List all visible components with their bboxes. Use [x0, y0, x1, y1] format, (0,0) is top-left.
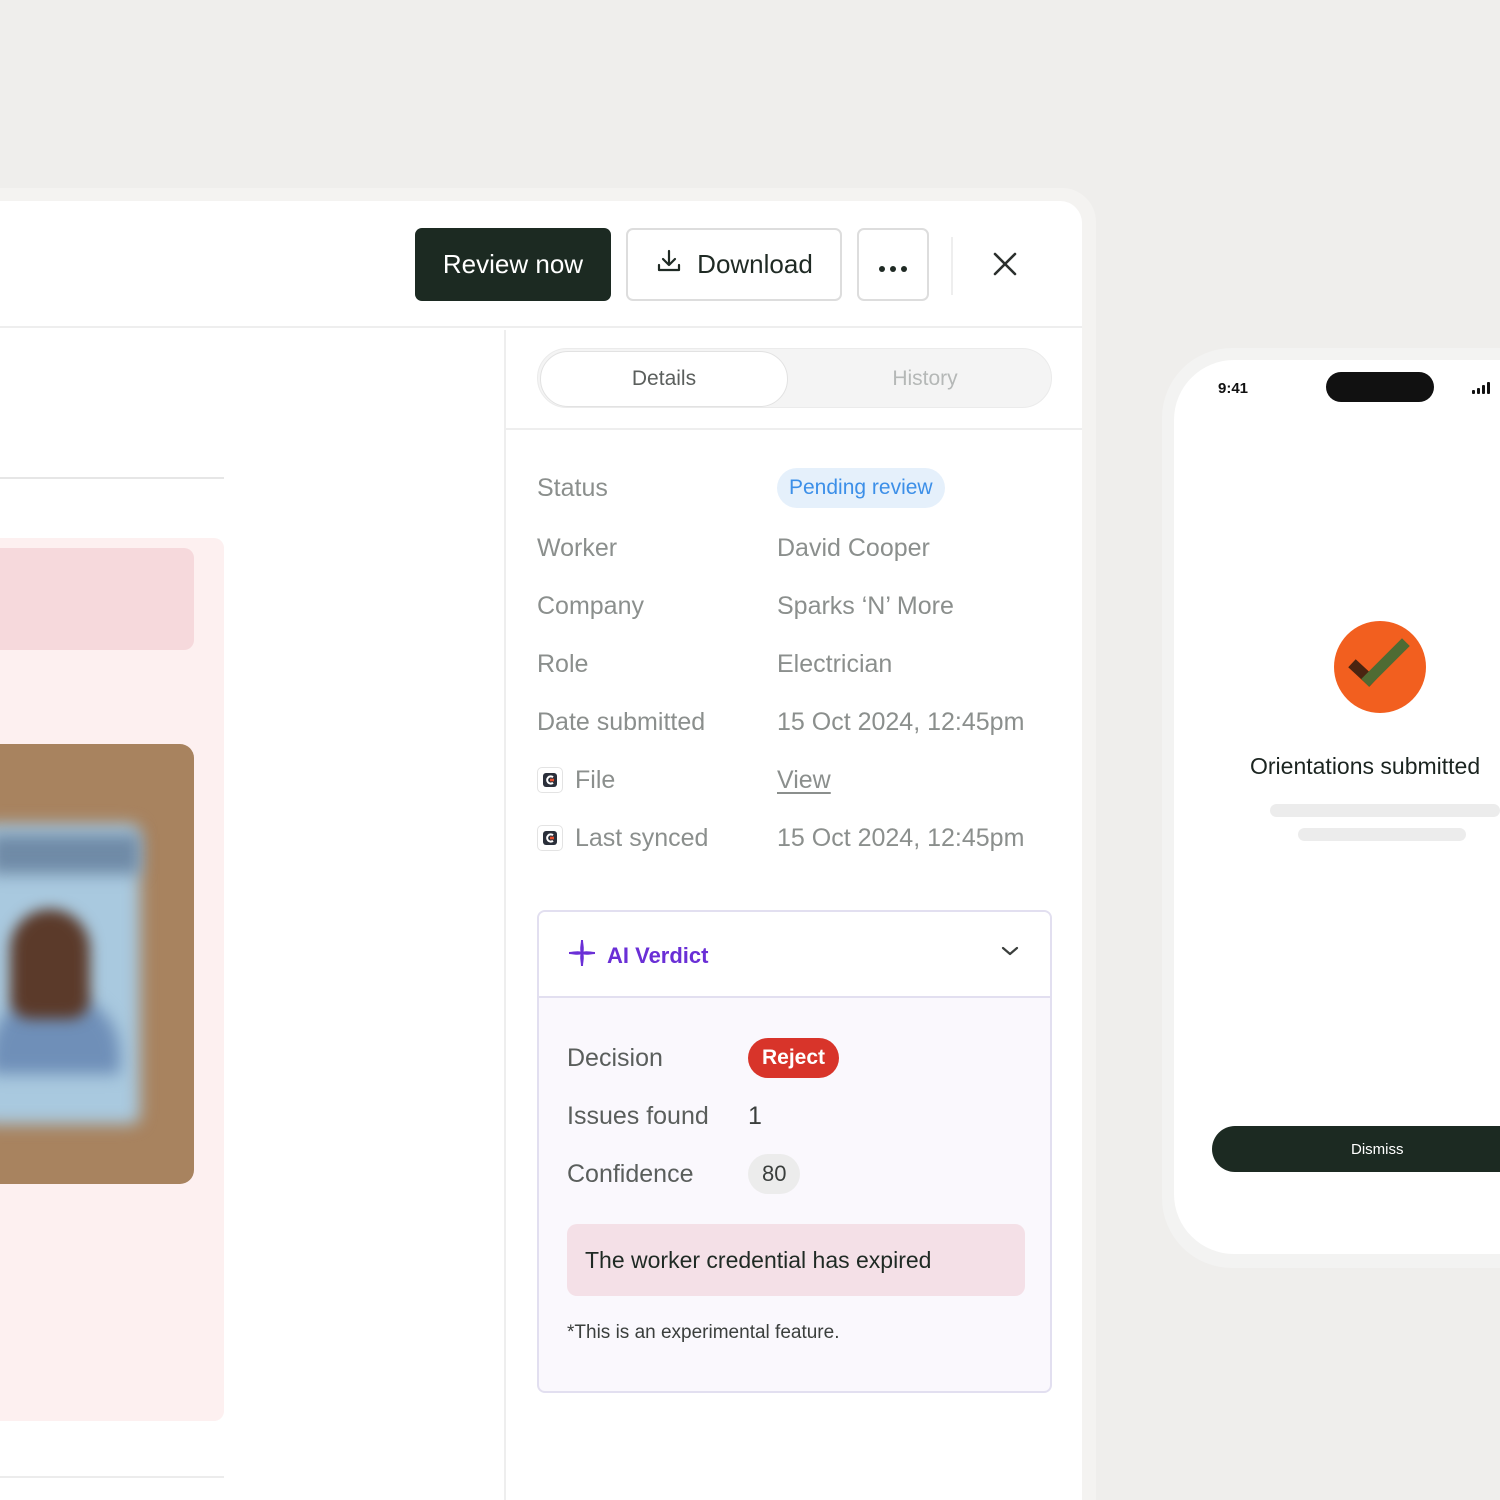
tab-history-label: History: [892, 367, 958, 390]
synced-label-wrap: Last synced: [537, 818, 708, 858]
dismiss-label: Dismiss: [1351, 1140, 1404, 1158]
worker-label: Worker: [537, 533, 618, 562]
detail-row-date: Date submitted 15 Oct 2024, 12:45pm: [537, 702, 1057, 742]
ai-verdict-header[interactable]: AI Verdict: [539, 912, 1050, 998]
file-label: File: [575, 765, 616, 794]
more-horizontal-icon: [878, 249, 908, 280]
role-label: Role: [537, 649, 589, 678]
verdict-row-confidence: Confidence 80: [567, 1154, 1027, 1194]
preview-divider-top: [0, 477, 224, 479]
preview-placeholder-bar: [0, 548, 194, 650]
id-portrait-face: [10, 909, 90, 1019]
phone-text-placeholder: [1270, 804, 1500, 817]
role-value: Electrician: [777, 649, 893, 678]
integration-logo-icon: [537, 825, 563, 851]
ai-verdict-panel: AI Verdict Decision Reject Issues found …: [537, 910, 1052, 1393]
worker-value: David Cooper: [777, 533, 930, 562]
signal-icon: [1472, 382, 1490, 394]
phone-title: Orientations submitted: [1250, 753, 1481, 779]
dynamic-island: [1326, 372, 1434, 402]
ai-verdict-title: AI Verdict: [607, 943, 709, 968]
ai-sparkle-icon: [567, 938, 597, 974]
company-label: Company: [537, 591, 644, 620]
close-icon: [992, 251, 1018, 282]
id-card-header-blur: [0, 834, 140, 874]
confidence-label: Confidence: [567, 1159, 694, 1188]
download-icon: [655, 247, 683, 282]
detail-row-worker: Worker David Cooper: [537, 528, 1057, 568]
issue-callout: The worker credential has expired: [567, 1224, 1025, 1296]
issues-value: 1: [748, 1101, 762, 1130]
chevron-down-icon[interactable]: [1000, 944, 1020, 962]
verdict-row-issues: Issues found 1: [567, 1096, 1027, 1136]
experimental-note: *This is an experimental feature.: [567, 1322, 840, 1343]
detail-row-last-synced: Last synced 15 Oct 2024, 12:45pm: [537, 818, 1057, 858]
integration-logo-icon: [537, 767, 563, 793]
close-button[interactable]: [980, 241, 1030, 291]
phone-text-placeholder: [1298, 828, 1466, 841]
download-label: Download: [697, 249, 813, 279]
tabs-divider: [506, 428, 1082, 430]
tab-details[interactable]: Details: [540, 351, 788, 407]
company-value: Sparks ‘N’ More: [777, 591, 954, 620]
detail-row-status: Status Pending review: [537, 468, 1057, 508]
verdict-row-decision: Decision Reject: [567, 1038, 1027, 1078]
credential-photo[interactable]: [0, 744, 194, 1184]
panel-header: Review now Download: [0, 201, 1082, 328]
success-check-icon: [1334, 621, 1426, 713]
status-badge: Pending review: [777, 468, 945, 508]
date-label: Date submitted: [537, 707, 706, 736]
file-view-link[interactable]: View: [777, 760, 831, 800]
detail-row-role: Role Electrician: [537, 644, 1057, 684]
details-tabs: Details History: [537, 348, 1052, 408]
file-label-wrap: File: [537, 760, 615, 800]
last-synced-value: 15 Oct 2024, 12:45pm: [777, 823, 1025, 852]
header-divider: [951, 237, 953, 295]
status-label: Status: [537, 473, 608, 502]
issues-label: Issues found: [567, 1101, 709, 1130]
dismiss-button[interactable]: Dismiss: [1212, 1126, 1500, 1172]
status-value-wrap: Pending review: [777, 468, 945, 508]
phone-screen: 9:41 Orientations submitted Dismiss: [1174, 360, 1500, 1254]
document-preview: [0, 330, 506, 1500]
tab-history[interactable]: History: [801, 351, 1049, 407]
detail-row-company: Company Sparks ‘N’ More: [537, 586, 1057, 626]
date-value: 15 Oct 2024, 12:45pm: [777, 707, 1025, 736]
review-now-label: Review now: [442, 249, 584, 279]
last-synced-label: Last synced: [575, 823, 709, 852]
decision-value-wrap: Reject: [748, 1038, 840, 1078]
confidence-value-wrap: 80: [748, 1154, 801, 1194]
detail-row-file: File View: [537, 760, 1057, 800]
download-button[interactable]: Download: [626, 228, 842, 301]
decision-label: Decision: [567, 1043, 663, 1072]
ai-verdict-title-wrap: AI Verdict: [567, 938, 708, 974]
decision-badge: Reject: [748, 1038, 840, 1078]
more-options-button[interactable]: [857, 228, 929, 301]
review-panel: Review now Download Details History Stat…: [0, 201, 1082, 1500]
preview-divider-bottom: [0, 1476, 224, 1478]
confidence-badge: 80: [748, 1154, 801, 1194]
tab-details-label: Details: [631, 367, 697, 390]
status-bar-time: 9:41: [1218, 380, 1249, 397]
review-now-button[interactable]: Review now: [415, 228, 611, 301]
